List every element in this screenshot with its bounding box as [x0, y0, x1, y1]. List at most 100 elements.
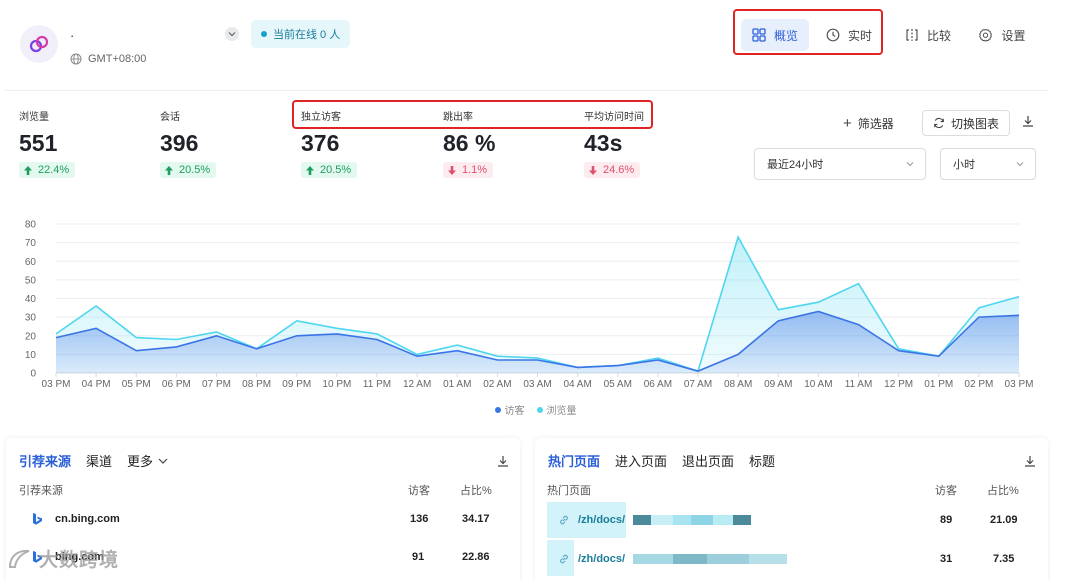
pages-tabs: 热门页面 进入页面 退出页面 标题 — [548, 451, 775, 470]
chevron-down-icon — [158, 458, 168, 464]
tab-titles[interactable]: 标题 — [749, 451, 775, 470]
arrow-down-icon — [447, 165, 457, 176]
pages-panel: 热门页面 进入页面 退出页面 标题 热门页面 访客 占比% /zh/docs/ … — [535, 438, 1048, 581]
filter-button[interactable]: + 筛选器 — [843, 112, 894, 134]
watermark-logo-icon — [8, 549, 30, 568]
compare-label: 比较 — [926, 28, 951, 43]
y-tick-label: 60 — [25, 257, 37, 268]
metric-label: 会话 — [160, 112, 180, 123]
arrow-up-icon — [305, 165, 315, 176]
x-tick-label: 03 PM — [42, 379, 71, 390]
metric-value: 43s — [584, 130, 623, 156]
blurred-text — [633, 554, 788, 564]
settings-button[interactable]: 设置 — [972, 19, 1032, 51]
chart-legend: 访客 浏览量 — [0, 402, 1071, 417]
gear-icon — [979, 28, 993, 42]
metric-change-value: 24.6% — [603, 164, 635, 176]
site-name[interactable]: · — [70, 28, 74, 43]
metric-avg-visit-time[interactable]: 平均访问时间 43s 24.6% — [584, 108, 724, 181]
link-icon — [560, 515, 568, 525]
download-icon[interactable] — [1023, 454, 1037, 468]
page-visitors: 31 — [940, 553, 953, 565]
x-tick-label: 12 AM — [403, 379, 431, 390]
time-range-select[interactable]: 最近24小时 — [754, 148, 926, 180]
metric-change-value: 20.5% — [320, 164, 352, 176]
blurred-text — [633, 515, 752, 525]
realtime-button[interactable]: 实时 — [821, 19, 877, 51]
referrers-tabs: 引荐来源 渠道 更多 — [19, 451, 169, 470]
tab-more-label: 更多 — [127, 454, 154, 469]
column-header-source: 引荐来源 — [19, 485, 63, 497]
chevron-down-icon[interactable] — [225, 27, 239, 41]
x-tick-label: 11 AM — [845, 379, 873, 390]
tab-exit-pages[interactable]: 退出页面 — [682, 451, 734, 470]
legend-dot-icon — [536, 406, 543, 413]
legend-label: 浏览量 — [546, 406, 577, 417]
metric-value: 396 — [160, 130, 199, 156]
metric-unique-visitors[interactable]: 独立访客 376 20.5% — [301, 108, 441, 181]
x-tick-label: 07 AM — [684, 379, 712, 390]
legend-item-pageviews[interactable]: 浏览量 — [536, 402, 577, 417]
metric-bounce-rate[interactable]: 跳出率 86 % 1.1% — [443, 108, 583, 181]
x-tick-label: 08 PM — [242, 379, 271, 390]
metric-value: 376 — [301, 130, 340, 156]
metric-label: 独立访客 — [301, 112, 341, 123]
page-link[interactable]: /zh/docs/ — [558, 553, 788, 565]
time-range-value: 最近24小时 — [767, 159, 824, 171]
y-tick-label: 70 — [25, 238, 37, 249]
referrer-name[interactable]: cn.bing.com — [55, 513, 120, 525]
realtime-label: 实时 — [847, 28, 872, 43]
x-tick-label: 05 PM — [122, 379, 151, 390]
y-tick-label: 0 — [30, 369, 36, 380]
tab-referrers[interactable]: 引荐来源 — [19, 451, 71, 470]
referrer-share: 34.17 — [462, 513, 490, 525]
link-icon — [560, 554, 568, 564]
metric-pageviews[interactable]: 浏览量 551 22.4% — [19, 108, 159, 181]
site-logo — [20, 25, 58, 63]
tab-entry-pages[interactable]: 进入页面 — [615, 451, 667, 470]
chevron-down-icon — [906, 162, 914, 167]
header-divider — [5, 90, 1048, 91]
metric-label: 跳出率 — [443, 112, 473, 123]
traffic-chart: 0 10 20 30 40 50 60 70 80 03 PM 04 PM 05 PM 06 PM 07… — [25, 220, 1034, 391]
legend-label: 访客 — [504, 406, 525, 417]
tab-channels[interactable]: 渠道 — [86, 451, 112, 470]
page-link[interactable]: /zh/docs/ — [558, 514, 752, 526]
metric-change: 1.1% — [443, 162, 494, 178]
watermark-text: 大数跨境 — [39, 550, 120, 571]
x-tick-label: 03 PM — [1005, 379, 1034, 390]
download-icon[interactable] — [496, 454, 510, 468]
metric-value: 86 % — [443, 130, 496, 156]
column-header-page: 热门页面 — [547, 485, 591, 497]
arrow-up-icon — [164, 165, 174, 176]
overview-button[interactable]: 概览 — [741, 19, 809, 51]
download-icon[interactable] — [1021, 114, 1037, 130]
time-unit-select[interactable]: 小时 — [940, 148, 1036, 180]
tab-top-pages[interactable]: 热门页面 — [548, 451, 600, 470]
page-share: 7.35 — [993, 553, 1015, 565]
column-header-visitors: 访客 — [408, 485, 430, 497]
y-tick-label: 80 — [25, 220, 37, 231]
x-tick-label: 02 PM — [964, 379, 993, 390]
legend-item-visitors[interactable]: 访客 — [494, 402, 525, 417]
compare-button[interactable]: 比较 — [898, 19, 958, 51]
metric-change: 20.5% — [160, 162, 217, 178]
dashboard-header: · GMT+08:00 当前在线 0 人 概览 实时 比较 设置 — [0, 0, 1071, 90]
metric-sessions[interactable]: 会话 396 20.5% — [160, 108, 300, 181]
compare-icon — [906, 29, 918, 41]
clock-icon — [826, 28, 840, 42]
switch-chart-button[interactable]: 切换图表 — [922, 110, 1010, 136]
time-unit-value: 小时 — [953, 159, 975, 171]
online-count: 当前在线 0 人 — [273, 29, 341, 41]
dashboard-icon — [752, 28, 766, 42]
x-tick-label: 01 AM — [443, 379, 471, 390]
globe-icon — [70, 53, 82, 65]
y-tick-label: 30 — [25, 313, 37, 324]
arrow-down-icon — [588, 165, 598, 176]
x-tick-label: 09 PM — [282, 379, 311, 390]
arrow-up-icon — [23, 165, 33, 176]
switch-chart-label: 切换图表 — [950, 116, 999, 131]
x-tick-label: 03 AM — [523, 379, 551, 390]
settings-label: 设置 — [1001, 28, 1026, 43]
tab-more[interactable]: 更多 — [127, 451, 169, 470]
